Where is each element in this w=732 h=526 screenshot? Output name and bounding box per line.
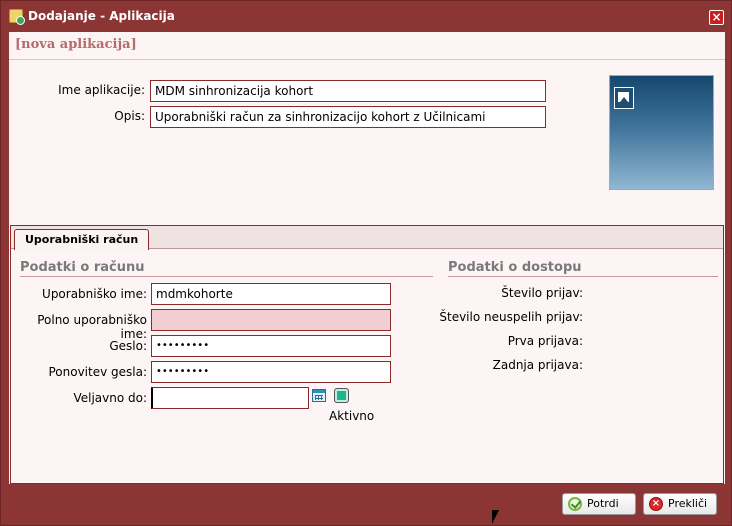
app-name-input[interactable]: MDM sinhronizacija kohort bbox=[150, 80, 546, 102]
description-label: Opis: bbox=[114, 109, 145, 123]
login-count-label: Število prijav: bbox=[501, 286, 583, 300]
record-title: [nova aplikacija] bbox=[15, 37, 137, 52]
full-username-input[interactable] bbox=[151, 309, 391, 331]
username-label: Uporabniško ime: bbox=[42, 287, 147, 301]
calendar-icon[interactable] bbox=[312, 389, 326, 402]
password-repeat-label: Ponovitev gesla: bbox=[48, 365, 147, 379]
image-upload-icon[interactable] bbox=[614, 87, 634, 109]
app-picture[interactable] bbox=[609, 75, 714, 190]
password-label: Geslo: bbox=[109, 339, 147, 353]
mouse-pointer-icon bbox=[492, 510, 499, 524]
header-divider bbox=[9, 59, 725, 60]
cancel-icon: × bbox=[649, 497, 663, 511]
confirm-label: Potrdi bbox=[587, 497, 619, 510]
dialog-content: [nova aplikacija] Ime aplikacije: MDM si… bbox=[9, 32, 725, 484]
confirm-button[interactable]: Potrdi bbox=[562, 493, 636, 515]
app-name-label: Ime aplikacije: bbox=[58, 83, 145, 97]
valid-until-label: Veljavno do: bbox=[73, 391, 147, 405]
password-input[interactable]: ••••••••• bbox=[151, 335, 391, 357]
app-add-icon bbox=[9, 9, 25, 25]
last-login-label: Zadnja prijava: bbox=[492, 358, 583, 372]
window-title: Dodajanje - Aplikacija bbox=[28, 9, 175, 23]
username-input[interactable]: mdmkohorte bbox=[151, 283, 391, 305]
dialog-window: Dodajanje - Aplikacija × [nova aplikacij… bbox=[0, 0, 732, 526]
failed-login-count-label: Število neuspelih prijav: bbox=[439, 310, 583, 324]
tab-strip: Uporabniški račun bbox=[11, 226, 723, 250]
access-section-title: Podatki o dostopu bbox=[448, 260, 718, 277]
cancel-button[interactable]: × Prekliči bbox=[643, 493, 717, 515]
cancel-label: Prekliči bbox=[668, 497, 708, 510]
tab-user-account[interactable]: Uporabniški račun bbox=[14, 229, 150, 250]
active-checkbox[interactable] bbox=[334, 388, 349, 403]
description-input[interactable]: Uporabniški račun za sinhronizacijo koho… bbox=[150, 106, 546, 128]
titlebar[interactable]: Dodajanje - Aplikacija × bbox=[1, 1, 731, 31]
check-icon bbox=[568, 497, 582, 511]
account-section-title: Podatki o računu bbox=[20, 260, 433, 277]
password-repeat-input[interactable]: ••••••••• bbox=[151, 361, 391, 383]
first-login-label: Prva prijava: bbox=[507, 334, 583, 348]
close-button[interactable]: × bbox=[709, 10, 724, 25]
full-username-label: Polno uporabniško ime: bbox=[37, 313, 147, 341]
active-label: Aktivno bbox=[329, 409, 375, 423]
dialog-footer: Potrdi × Prekliči bbox=[1, 485, 731, 525]
valid-until-input[interactable] bbox=[151, 387, 309, 409]
tab-panel: Uporabniški račun Podatki o računu Podat… bbox=[10, 225, 724, 484]
